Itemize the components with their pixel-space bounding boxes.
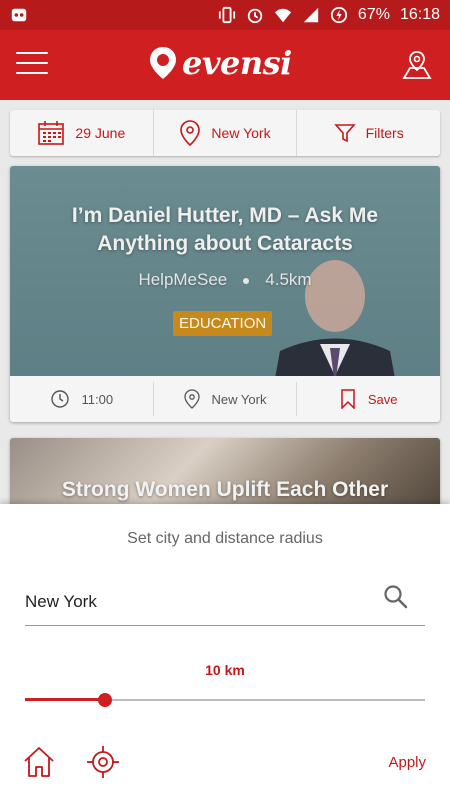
event-location[interactable]: New York xyxy=(154,382,298,416)
filters-label: Filters xyxy=(365,125,404,141)
notification-robot-icon xyxy=(11,8,27,22)
battery-icon xyxy=(330,6,348,24)
wifi-icon xyxy=(274,8,292,23)
bookmark-icon xyxy=(341,389,355,409)
city-filter-label: New York xyxy=(211,125,271,141)
category-badge: EDUCATION xyxy=(173,311,273,336)
event-actions: 11:00 New York Save xyxy=(10,376,440,422)
sheet-title: Set city and distance radius xyxy=(127,530,323,547)
event-distance: 4.5km xyxy=(265,270,312,289)
city-input[interactable] xyxy=(25,578,425,626)
apply-button[interactable]: Apply xyxy=(388,754,426,771)
radius-value: 10 km xyxy=(205,662,245,678)
save-label: Save xyxy=(367,391,398,407)
search-icon[interactable] xyxy=(383,584,409,610)
city-radius-sheet: Set city and distance radius 10 km Apply xyxy=(0,504,450,800)
status-bar: 67% 16:18 xyxy=(0,0,450,30)
event-card[interactable]: I’m Daniel Hutter, MD – Ask Me Anything … xyxy=(10,166,440,422)
hamburger-menu-icon[interactable] xyxy=(16,52,48,78)
funnel-icon xyxy=(333,124,356,143)
event-title: I’m Daniel Hutter, MD – Ask Me Anything … xyxy=(71,204,379,255)
filter-bar: 29 June New York Filters xyxy=(10,110,440,156)
slider-thumb[interactable] xyxy=(98,693,112,707)
alarm-icon xyxy=(247,8,263,24)
event-location-label: New York xyxy=(211,391,267,407)
logo-text: evensi xyxy=(182,44,292,82)
calendar-icon xyxy=(38,121,65,145)
home-icon[interactable] xyxy=(22,745,56,779)
event-time: 11:00 xyxy=(10,382,154,416)
clock-time: 16:18 xyxy=(399,6,440,23)
event-meta: HelpMeSee 4.5km xyxy=(10,270,440,290)
filters-button[interactable]: Filters xyxy=(297,110,440,156)
crosshair-icon[interactable] xyxy=(86,745,120,779)
date-filter-button[interactable]: 29 June xyxy=(10,110,154,156)
signal-icon xyxy=(303,7,319,23)
battery-level: 67% xyxy=(357,6,390,23)
event-title: Strong Women Uplift Each Other xyxy=(61,478,389,501)
event-organizer: HelpMeSee xyxy=(138,270,228,289)
clock-icon xyxy=(50,390,69,408)
slider-fill xyxy=(25,698,105,701)
vibrate-icon xyxy=(218,6,236,24)
save-button[interactable]: Save xyxy=(297,382,440,416)
map-location-icon[interactable] xyxy=(400,48,434,82)
app-logo: evensi xyxy=(148,44,292,82)
app-bar: evensi xyxy=(0,30,450,100)
location-pin-icon xyxy=(183,389,200,409)
event-image: I’m Daniel Hutter, MD – Ask Me Anything … xyxy=(10,166,440,376)
event-time-label: 11:00 xyxy=(81,391,114,407)
date-filter-label: 29 June xyxy=(75,125,126,141)
separator-dot xyxy=(243,277,250,284)
city-filter-button[interactable]: New York xyxy=(154,110,298,156)
logo-pin-icon xyxy=(150,47,176,79)
location-pin-icon xyxy=(180,120,201,147)
radius-slider[interactable] xyxy=(25,692,425,708)
